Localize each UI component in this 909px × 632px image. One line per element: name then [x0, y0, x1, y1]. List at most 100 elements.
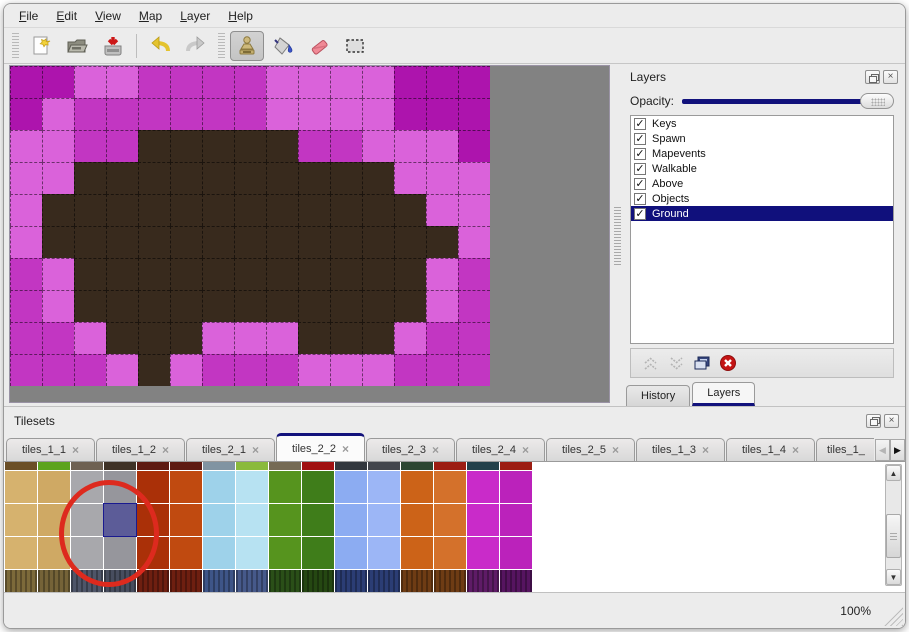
map-tile[interactable] — [138, 162, 170, 194]
tabs-scroll-right-button[interactable]: ▶ — [890, 439, 905, 461]
tileset-tab-tiles_2_2[interactable]: tiles_2_2× — [276, 433, 365, 461]
map-tile[interactable] — [234, 322, 266, 354]
tileset-tile-edge[interactable] — [71, 462, 103, 470]
tileset-tile-edge[interactable] — [401, 462, 433, 470]
tileset-tab-tiles_1_4[interactable]: tiles_1_4× — [726, 438, 815, 461]
map-tile[interactable] — [202, 226, 234, 258]
map-tile[interactable] — [10, 162, 42, 194]
tab-close-icon[interactable]: × — [432, 444, 439, 456]
tileset-tile[interactable] — [401, 471, 433, 503]
map-tile[interactable] — [202, 290, 234, 322]
tab-close-icon[interactable]: × — [72, 444, 79, 456]
tileset-tile-edge[interactable] — [434, 462, 466, 470]
tileset-view[interactable]: ▲ ▼ — [4, 461, 905, 592]
stamp-tool-button[interactable] — [230, 31, 264, 61]
toolbar-grip[interactable] — [218, 33, 225, 59]
map-view[interactable] — [9, 65, 610, 403]
map-tile[interactable] — [202, 130, 234, 162]
undo-button[interactable] — [143, 31, 177, 61]
map-tile[interactable] — [266, 66, 298, 98]
map-tile[interactable] — [42, 162, 74, 194]
tileset-tab-tiles_2_1[interactable]: tiles_2_1× — [186, 438, 275, 461]
tileset-tile[interactable] — [368, 504, 400, 536]
tileset-tab-tiles_2_5[interactable]: tiles_2_5× — [546, 438, 635, 461]
tileset-tile-edge[interactable] — [5, 462, 37, 470]
tileset-tile[interactable] — [335, 537, 367, 569]
map-tile[interactable] — [362, 290, 394, 322]
map-tile[interactable] — [74, 354, 106, 386]
map-tile[interactable] — [170, 322, 202, 354]
map-tile[interactable] — [394, 354, 426, 386]
map-tile[interactable] — [10, 322, 42, 354]
rect-select-tool-button[interactable] — [338, 31, 372, 61]
map-tile[interactable] — [330, 194, 362, 226]
map-tile[interactable] — [330, 322, 362, 354]
map-tile[interactable] — [74, 98, 106, 130]
map-tile[interactable] — [106, 322, 138, 354]
map-tile[interactable] — [74, 194, 106, 226]
map-tile[interactable] — [234, 226, 266, 258]
layer-row-mapevents[interactable]: ✓Mapevents — [631, 146, 893, 161]
tab-close-icon[interactable]: × — [522, 444, 529, 456]
layer-row-above[interactable]: ✓Above — [631, 176, 893, 191]
map-tile[interactable] — [298, 258, 330, 290]
scroll-down-button[interactable]: ▼ — [886, 569, 901, 585]
tileset-tile-edge[interactable] — [38, 462, 70, 470]
layer-row-ground[interactable]: ✓Ground — [631, 206, 893, 221]
map-tile[interactable] — [298, 290, 330, 322]
map-tile[interactable] — [426, 226, 458, 258]
tileset-tile[interactable] — [401, 570, 433, 592]
tileset-tile-edge[interactable] — [170, 462, 202, 470]
save-button[interactable] — [96, 31, 130, 61]
map-tile[interactable] — [74, 290, 106, 322]
float-panel-button[interactable] — [865, 70, 880, 84]
map-tile[interactable] — [202, 98, 234, 130]
menu-edit[interactable]: Edit — [47, 7, 86, 25]
tileset-tile[interactable] — [170, 471, 202, 503]
map-tile[interactable] — [106, 66, 138, 98]
map-tile[interactable] — [138, 290, 170, 322]
toolbar-grip[interactable] — [12, 33, 19, 59]
map-tile[interactable] — [458, 226, 490, 258]
map-tile[interactable] — [74, 130, 106, 162]
map-tile[interactable] — [394, 226, 426, 258]
tileset-tile-edge[interactable] — [467, 462, 499, 470]
tileset-tile[interactable] — [38, 570, 70, 592]
map-tile[interactable] — [362, 322, 394, 354]
duplicate-layer-button[interactable] — [689, 351, 715, 375]
map-tile[interactable] — [458, 98, 490, 130]
map-tile[interactable] — [458, 194, 490, 226]
tileset-tile[interactable] — [5, 471, 37, 503]
map-tile[interactable] — [266, 290, 298, 322]
map-tile[interactable] — [170, 258, 202, 290]
tileset-tile[interactable] — [269, 537, 301, 569]
layer-visibility-checkbox[interactable]: ✓ — [634, 178, 646, 190]
map-tile[interactable] — [170, 98, 202, 130]
map-tile[interactable] — [74, 226, 106, 258]
opacity-slider-handle[interactable] — [860, 93, 894, 109]
map-tile[interactable] — [426, 66, 458, 98]
tileset-tile[interactable] — [5, 504, 37, 536]
map-tile[interactable] — [234, 98, 266, 130]
tileset-tile[interactable] — [368, 570, 400, 592]
map-tile[interactable] — [10, 258, 42, 290]
tab-close-icon[interactable]: × — [162, 444, 169, 456]
tileset-tile[interactable] — [401, 504, 433, 536]
tileset-tile[interactable] — [203, 471, 235, 503]
tileset-tile[interactable] — [203, 504, 235, 536]
map-tile[interactable] — [42, 226, 74, 258]
map-tile[interactable] — [394, 66, 426, 98]
tileset-tile[interactable] — [302, 537, 334, 569]
tileset-tile-edge[interactable] — [368, 462, 400, 470]
tab-close-icon[interactable]: × — [252, 444, 259, 456]
map-tile[interactable] — [458, 322, 490, 354]
tileset-tile-edge[interactable] — [335, 462, 367, 470]
map-tile[interactable] — [170, 66, 202, 98]
map-tile[interactable] — [394, 258, 426, 290]
map-canvas[interactable] — [10, 66, 490, 386]
map-tile[interactable] — [426, 354, 458, 386]
map-tile[interactable] — [10, 226, 42, 258]
map-tile[interactable] — [394, 162, 426, 194]
layer-visibility-checkbox[interactable]: ✓ — [634, 208, 646, 220]
layer-visibility-checkbox[interactable]: ✓ — [634, 193, 646, 205]
